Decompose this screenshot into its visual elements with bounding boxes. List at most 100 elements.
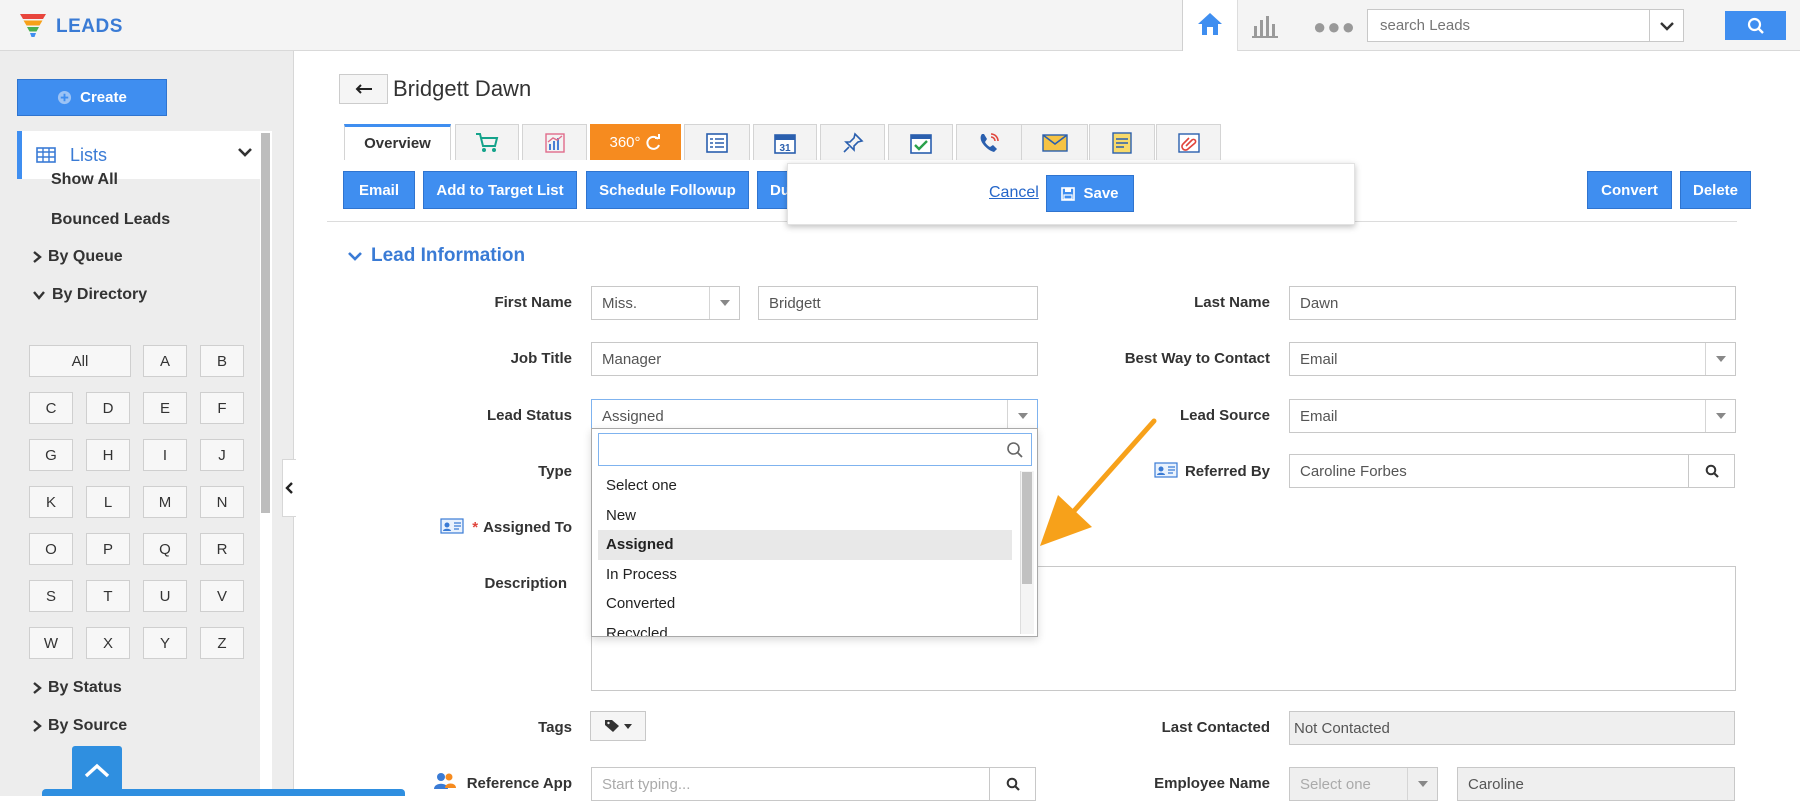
- last-name-input[interactable]: Dawn: [1289, 286, 1736, 320]
- sidebar-item-bounced-leads[interactable]: Bounced Leads: [51, 211, 170, 229]
- search-filter-dropdown[interactable]: [1649, 10, 1683, 41]
- referred-by-value: Caroline Forbes: [1300, 462, 1407, 480]
- dropdown-option-converted[interactable]: Converted: [592, 589, 1018, 619]
- tab-tasks[interactable]: [888, 124, 953, 160]
- directory-letter[interactable]: D: [86, 392, 130, 424]
- contact-card-icon[interactable]: [440, 518, 464, 538]
- sidebar-item-show-all[interactable]: Show All: [51, 171, 118, 189]
- lead-source-select[interactable]: Email: [1289, 399, 1736, 433]
- group-label: By Queue: [48, 248, 123, 265]
- cancel-link[interactable]: Cancel: [989, 184, 1039, 202]
- save-button[interactable]: Save: [1046, 175, 1134, 212]
- dropdown-option-select-one[interactable]: Select one: [592, 471, 1018, 501]
- more-options-icon[interactable]: ●●●: [1313, 14, 1356, 40]
- reference-app-search-button[interactable]: [989, 768, 1035, 800]
- sidebar-group-by-source[interactable]: By Source: [32, 717, 127, 735]
- tags-button[interactable]: [590, 711, 646, 741]
- caret-down-icon: [1407, 768, 1437, 800]
- add-to-target-list-button[interactable]: Add to Target List: [423, 171, 577, 209]
- sidebar-group-by-status[interactable]: By Status: [32, 679, 122, 697]
- back-button[interactable]: [339, 74, 388, 104]
- tab-pins[interactable]: [820, 124, 885, 160]
- lead-source-label: Lead Source: [1179, 407, 1270, 424]
- referred-by-input[interactable]: Caroline Forbes: [1289, 454, 1735, 488]
- directory-letter-all[interactable]: All: [29, 345, 131, 377]
- schedule-followup-button[interactable]: Schedule Followup: [586, 171, 749, 209]
- directory-letter[interactable]: W: [29, 627, 73, 659]
- dropdown-option-new[interactable]: New: [592, 501, 1018, 531]
- search-input[interactable]: [1368, 10, 1649, 41]
- lead-information-section-header[interactable]: Lead Information: [347, 245, 525, 267]
- tab-emails[interactable]: [1021, 124, 1088, 160]
- directory-letter[interactable]: C: [29, 392, 73, 424]
- directory-letter[interactable]: V: [200, 580, 244, 612]
- directory-letter[interactable]: S: [29, 580, 73, 612]
- directory-letter[interactable]: K: [29, 486, 73, 518]
- best-way-to-contact-select[interactable]: Email: [1289, 342, 1736, 376]
- directory-letter[interactable]: H: [86, 439, 130, 471]
- directory-letter[interactable]: F: [200, 392, 244, 424]
- sidebar-scrollbar-thumb[interactable]: [261, 133, 270, 513]
- pin-icon: [842, 131, 864, 153]
- first-name-input[interactable]: Bridgett: [758, 286, 1038, 320]
- dropdown-option-recycled[interactable]: Recycled: [592, 619, 1018, 636]
- shopping-cart-icon: [476, 132, 499, 152]
- directory-letter[interactable]: P: [86, 533, 130, 565]
- email-button[interactable]: Email: [343, 171, 415, 209]
- salutation-select[interactable]: Miss.: [591, 286, 740, 320]
- tab-overview[interactable]: Overview: [344, 124, 451, 160]
- directory-letter[interactable]: O: [29, 533, 73, 565]
- lead-source-value: Email: [1300, 407, 1338, 425]
- reports-button[interactable]: [1250, 12, 1280, 44]
- directory-letter[interactable]: Z: [200, 627, 244, 659]
- convert-button[interactable]: Convert: [1587, 171, 1672, 209]
- chevron-left-icon: [285, 482, 293, 494]
- directory-letter[interactable]: A: [143, 345, 187, 377]
- dropdown-option-in-process[interactable]: In Process: [592, 560, 1018, 590]
- tab-calendar[interactable]: 31: [753, 124, 817, 160]
- caret-down-icon: [1705, 343, 1735, 375]
- directory-letter[interactable]: Y: [143, 627, 187, 659]
- dropdown-search-input[interactable]: [599, 434, 1006, 465]
- job-title-input[interactable]: Manager: [591, 342, 1038, 376]
- search-icon: [1705, 464, 1719, 478]
- tab-attachments[interactable]: [1156, 124, 1221, 160]
- arrow-left-icon: [355, 84, 372, 94]
- plus-circle-icon: [58, 90, 72, 105]
- tab-360-view[interactable]: 360°: [590, 124, 681, 160]
- table-icon: [36, 147, 56, 163]
- tab-details[interactable]: [684, 124, 750, 160]
- delete-button[interactable]: Delete: [1680, 171, 1751, 209]
- directory-letter[interactable]: J: [200, 439, 244, 471]
- directory-letter[interactable]: X: [86, 627, 130, 659]
- directory-letter[interactable]: N: [200, 486, 244, 518]
- referred-by-label: Referred By: [1184, 463, 1270, 480]
- directory-letter[interactable]: U: [143, 580, 187, 612]
- top-bar: LEADS ●●●: [0, 0, 1800, 51]
- directory-letter[interactable]: I: [143, 439, 187, 471]
- directory-letter[interactable]: L: [86, 486, 130, 518]
- tab-analytics[interactable]: [522, 124, 587, 160]
- employee-select-value: Select one: [1300, 775, 1371, 793]
- directory-letter[interactable]: Q: [143, 533, 187, 565]
- app-logo[interactable]: LEADS: [18, 10, 123, 44]
- sidebar-group-by-queue[interactable]: By Queue: [32, 248, 123, 266]
- tab-notes[interactable]: [1089, 124, 1155, 160]
- chevron-down-icon: [237, 145, 253, 162]
- directory-letter[interactable]: B: [200, 345, 244, 377]
- referred-by-search-button[interactable]: [1688, 455, 1734, 487]
- directory-letter[interactable]: E: [143, 392, 187, 424]
- directory-letter[interactable]: G: [29, 439, 73, 471]
- sidebar-group-by-directory[interactable]: By Directory: [32, 286, 147, 304]
- home-button[interactable]: [1183, 0, 1238, 51]
- search-button[interactable]: [1725, 11, 1786, 40]
- directory-letter[interactable]: M: [143, 486, 187, 518]
- job-title-value: Manager: [602, 350, 662, 368]
- dropdown-option-assigned[interactable]: Assigned: [598, 530, 1012, 560]
- tab-orders[interactable]: [455, 124, 519, 160]
- directory-letter[interactable]: T: [86, 580, 130, 612]
- create-button[interactable]: Create: [17, 79, 167, 116]
- directory-letter[interactable]: R: [200, 533, 244, 565]
- tab-calls[interactable]: [956, 124, 1022, 160]
- sidebar-collapse-button[interactable]: [282, 459, 296, 517]
